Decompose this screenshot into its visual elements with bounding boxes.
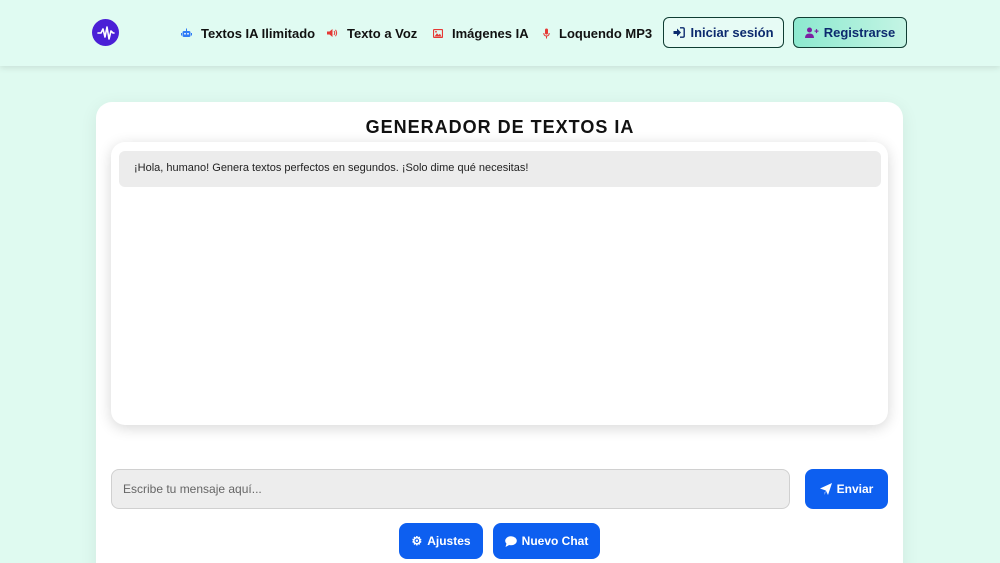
settings-label: Ajustes (427, 534, 471, 548)
settings-button[interactable]: ⚙ Ajustes (399, 523, 483, 559)
message-input[interactable] (111, 469, 790, 509)
send-button[interactable]: Enviar (805, 469, 888, 509)
logo-icon[interactable] (92, 19, 119, 46)
microphone-icon (543, 28, 550, 38)
page-title: GENERADOR DE TEXTOS IA (365, 117, 635, 137)
nav-link-texto-a-voz[interactable]: Texto a Voz (327, 24, 417, 42)
top-navbar: Textos IA Ilimitado Texto a Voz Imágenes… (0, 0, 1000, 66)
nav-link-label: Loquendo MP3 (559, 25, 653, 41)
login-button[interactable]: Iniciar sesión (663, 17, 784, 48)
send-label: Enviar (836, 482, 874, 496)
robot-icon (181, 28, 192, 37)
nav-link-label: Textos IA Ilimitado (201, 25, 316, 41)
nav-link-label: Texto a Voz (347, 25, 418, 41)
new-chat-button[interactable]: Nuevo Chat (493, 523, 600, 559)
chat-bubble-icon (504, 535, 517, 547)
gear-icon: ⚙ (411, 534, 423, 548)
register-label: Registrarse (823, 25, 896, 40)
nav-link-textos-ia[interactable]: Textos IA Ilimitado (181, 24, 315, 42)
login-label: Iniciar sesión (690, 25, 774, 40)
new-chat-label: Nuevo Chat (521, 534, 589, 548)
paper-plane-icon (819, 483, 832, 495)
speaker-icon (327, 29, 338, 37)
image-icon (433, 28, 443, 38)
nav-link-imagenes-ia[interactable]: Imágenes IA (433, 24, 529, 42)
sign-in-icon (673, 27, 686, 38)
nav-link-loquendo-mp3[interactable]: Loquendo MP3 (543, 24, 652, 42)
user-plus-icon (804, 27, 819, 38)
sound-wave-icon (96, 25, 115, 40)
nav-link-label: Imágenes IA (452, 25, 529, 41)
register-button[interactable]: Registrarse (793, 17, 907, 48)
bot-message: ¡Hola, humano! Genera textos perfectos e… (119, 151, 881, 187)
